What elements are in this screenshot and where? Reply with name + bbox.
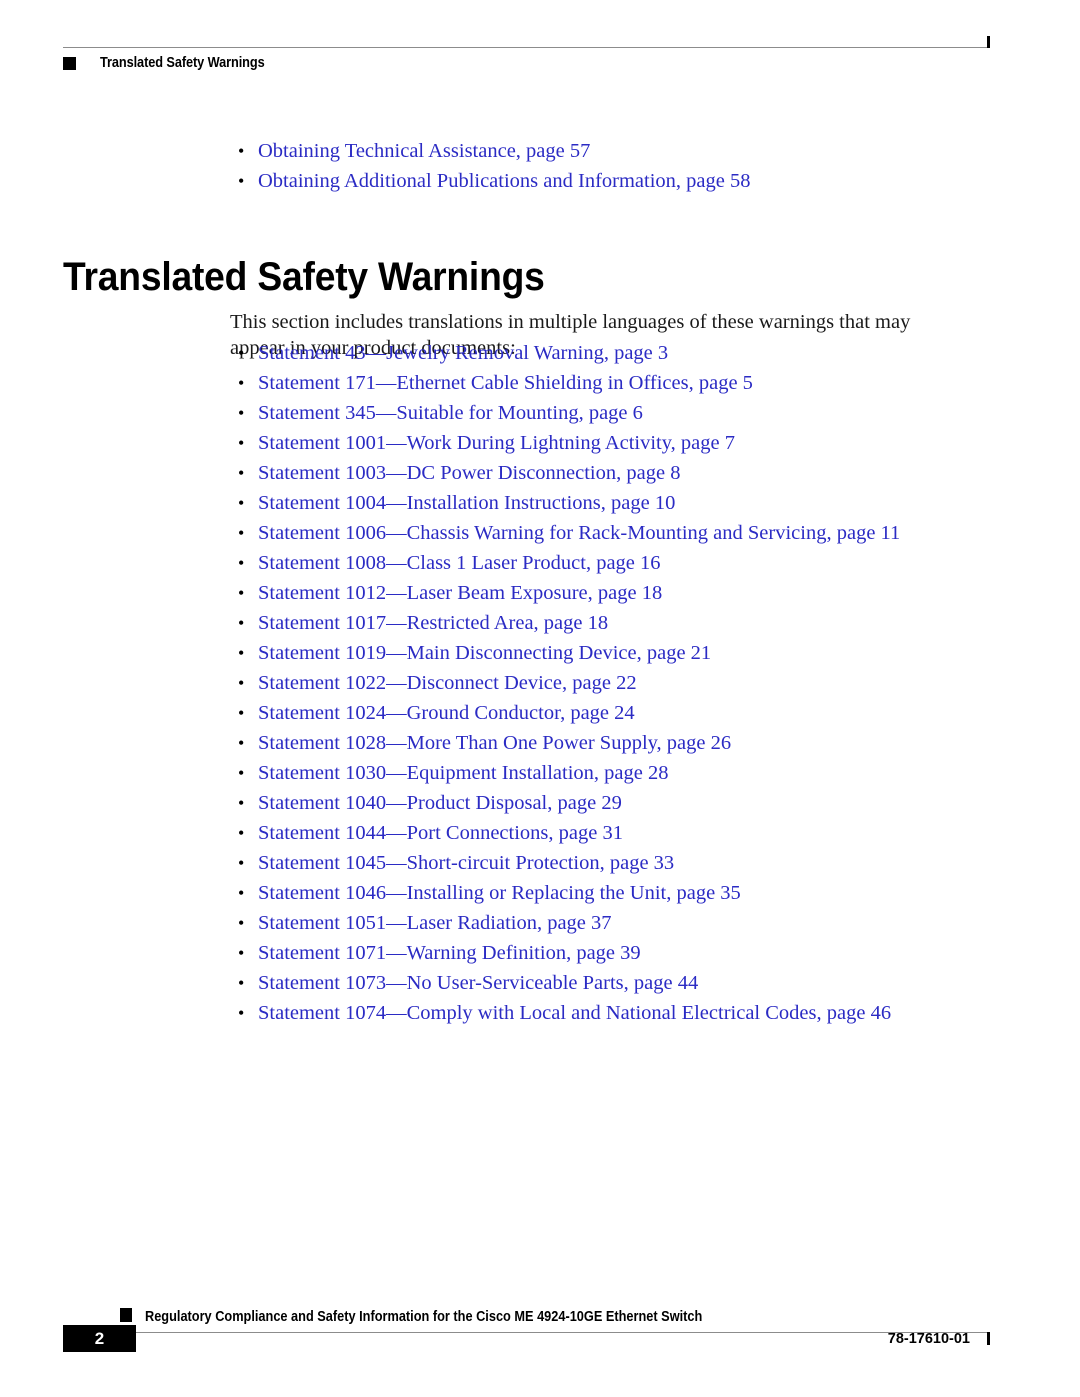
- statement-link[interactable]: Statement 1030—Equipment Installation, p…: [258, 762, 669, 784]
- list-item[interactable]: • Statement 345—Suitable for Mounting, p…: [230, 398, 1030, 428]
- bullet-icon: •: [238, 343, 245, 363]
- statement-link[interactable]: Statement 1022—Disconnect Device, page 2…: [258, 672, 637, 694]
- list-item[interactable]: • Statement 1071—Warning Definition, pag…: [230, 938, 1030, 968]
- cross-reference-link[interactable]: Obtaining Additional Publications and In…: [258, 170, 751, 192]
- statement-link[interactable]: Statement 1051—Laser Radiation, page 37: [258, 912, 612, 934]
- bullet-icon: •: [238, 853, 245, 873]
- top-links-list: • Obtaining Technical Assistance, page 5…: [230, 136, 990, 196]
- bullet-icon: •: [238, 703, 245, 723]
- bullet-icon: •: [238, 523, 245, 543]
- statement-link[interactable]: Statement 1040—Product Disposal, page 29: [258, 792, 622, 814]
- bullet-icon: •: [238, 553, 245, 573]
- list-item[interactable]: • Statement 1008—Class 1 Laser Product, …: [230, 548, 1030, 578]
- page-number: 2: [94, 1329, 105, 1348]
- statement-link[interactable]: Statement 1044—Port Connections, page 31: [258, 822, 623, 844]
- statement-link[interactable]: Statement 171—Ethernet Cable Shielding i…: [258, 372, 753, 394]
- page-header: Translated Safety Warnings: [0, 0, 1080, 90]
- list-item[interactable]: • Statement 1012—Laser Beam Exposure, pa…: [230, 578, 1030, 608]
- statement-link[interactable]: Statement 1028—More Than One Power Suppl…: [258, 732, 731, 754]
- statement-link[interactable]: Statement 1024—Ground Conductor, page 24: [258, 702, 635, 724]
- bullet-icon: •: [238, 613, 245, 633]
- list-item[interactable]: • Statement 1019—Main Disconnecting Devi…: [230, 638, 1030, 668]
- statement-link[interactable]: Statement 1012—Laser Beam Exposure, page…: [258, 582, 662, 604]
- bullet-icon: •: [238, 141, 245, 161]
- header-rule-end-tick: [987, 36, 990, 48]
- bullet-icon: •: [238, 373, 245, 393]
- list-item[interactable]: • Statement 1046—Installing or Replacing…: [230, 878, 1030, 908]
- black-square-icon: [63, 57, 76, 70]
- header-rule: [63, 47, 990, 48]
- list-item[interactable]: • Statement 1006—Chassis Warning for Rac…: [230, 518, 1030, 548]
- list-item[interactable]: • Statement 1022—Disconnect Device, page…: [230, 668, 1030, 698]
- list-item[interactable]: • Statement 1074—Comply with Local and N…: [230, 998, 1030, 1028]
- bullet-icon: •: [238, 733, 245, 753]
- statement-link[interactable]: Statement 345—Suitable for Mounting, pag…: [258, 402, 643, 424]
- bullet-icon: •: [238, 913, 245, 933]
- statement-link[interactable]: Statement 1045—Short-circuit Protection,…: [258, 852, 674, 874]
- list-item[interactable]: • Statement 1044—Port Connections, page …: [230, 818, 1030, 848]
- statement-link[interactable]: Statement 1003—DC Power Disconnection, p…: [258, 462, 680, 484]
- statement-link[interactable]: Statement 1004—Installation Instructions…: [258, 492, 675, 514]
- footer-document-title: Regulatory Compliance and Safety Informa…: [145, 1309, 703, 1325]
- list-item[interactable]: • Obtaining Technical Assistance, page 5…: [230, 136, 990, 166]
- bullet-icon: •: [238, 583, 245, 603]
- bullet-icon: •: [238, 643, 245, 663]
- footer-rule-end-tick: [987, 1332, 990, 1345]
- black-square-icon: [120, 1308, 132, 1322]
- list-item[interactable]: • Statement 1051—Laser Radiation, page 3…: [230, 908, 1030, 938]
- statement-link[interactable]: Statement 1006—Chassis Warning for Rack-…: [258, 522, 900, 544]
- document-number: 78-17610-01: [887, 1331, 970, 1347]
- list-item[interactable]: • Statement 1028—More Than One Power Sup…: [230, 728, 1030, 758]
- bullet-icon: •: [238, 433, 245, 453]
- list-item[interactable]: • Statement 1045—Short-circuit Protectio…: [230, 848, 1030, 878]
- running-header-title: Translated Safety Warnings: [100, 55, 265, 71]
- bullet-icon: •: [238, 1003, 245, 1023]
- bullet-icon: •: [238, 793, 245, 813]
- statement-link[interactable]: Statement 1074—Comply with Local and Nat…: [258, 1002, 891, 1024]
- list-item[interactable]: • Statement 1004—Installation Instructio…: [230, 488, 1030, 518]
- bullet-icon: •: [238, 883, 245, 903]
- list-item[interactable]: • Obtaining Additional Publications and …: [230, 166, 990, 196]
- list-item[interactable]: • Statement 1073—No User-Serviceable Par…: [230, 968, 1030, 998]
- list-item[interactable]: • Statement 1040—Product Disposal, page …: [230, 788, 1030, 818]
- list-item[interactable]: • Statement 1001—Work During Lightning A…: [230, 428, 1030, 458]
- statement-link[interactable]: Statement 1073—No User-Serviceable Parts…: [258, 972, 698, 994]
- document-page: Translated Safety Warnings • Obtaining T…: [0, 0, 1080, 1397]
- list-item[interactable]: • Statement 1003—DC Power Disconnection,…: [230, 458, 1030, 488]
- bullet-icon: •: [238, 463, 245, 483]
- bullet-icon: •: [238, 973, 245, 993]
- statement-link[interactable]: Statement 1019—Main Disconnecting Device…: [258, 642, 711, 664]
- bullet-icon: •: [238, 763, 245, 783]
- statement-link[interactable]: Statement 1008—Class 1 Laser Product, pa…: [258, 552, 661, 574]
- statement-link[interactable]: Statement 1071—Warning Definition, page …: [258, 942, 641, 964]
- bullet-icon: •: [238, 171, 245, 191]
- bullet-icon: •: [238, 673, 245, 693]
- cross-reference-link[interactable]: Obtaining Technical Assistance, page 57: [258, 140, 590, 162]
- list-item[interactable]: • Statement 1017—Restricted Area, page 1…: [230, 608, 1030, 638]
- statement-links-list: • Statement 43—Jewelry Removal Warning, …: [230, 338, 1030, 1028]
- statement-link[interactable]: Statement 1046—Installing or Replacing t…: [258, 882, 741, 904]
- bullet-icon: •: [238, 823, 245, 843]
- bullet-icon: •: [238, 403, 245, 423]
- bullet-icon: •: [238, 943, 245, 963]
- statement-link[interactable]: Statement 43—Jewelry Removal Warning, pa…: [258, 342, 668, 364]
- list-item[interactable]: • Statement 171—Ethernet Cable Shielding…: [230, 368, 1030, 398]
- statement-link[interactable]: Statement 1017—Restricted Area, page 18: [258, 612, 608, 634]
- list-item[interactable]: • Statement 1024—Ground Conductor, page …: [230, 698, 1030, 728]
- list-item[interactable]: • Statement 1030—Equipment Installation,…: [230, 758, 1030, 788]
- statement-link[interactable]: Statement 1001—Work During Lightning Act…: [258, 432, 735, 454]
- list-item[interactable]: • Statement 43—Jewelry Removal Warning, …: [230, 338, 1030, 368]
- page-title: Translated Safety Warnings: [63, 254, 545, 299]
- bullet-icon: •: [238, 493, 245, 513]
